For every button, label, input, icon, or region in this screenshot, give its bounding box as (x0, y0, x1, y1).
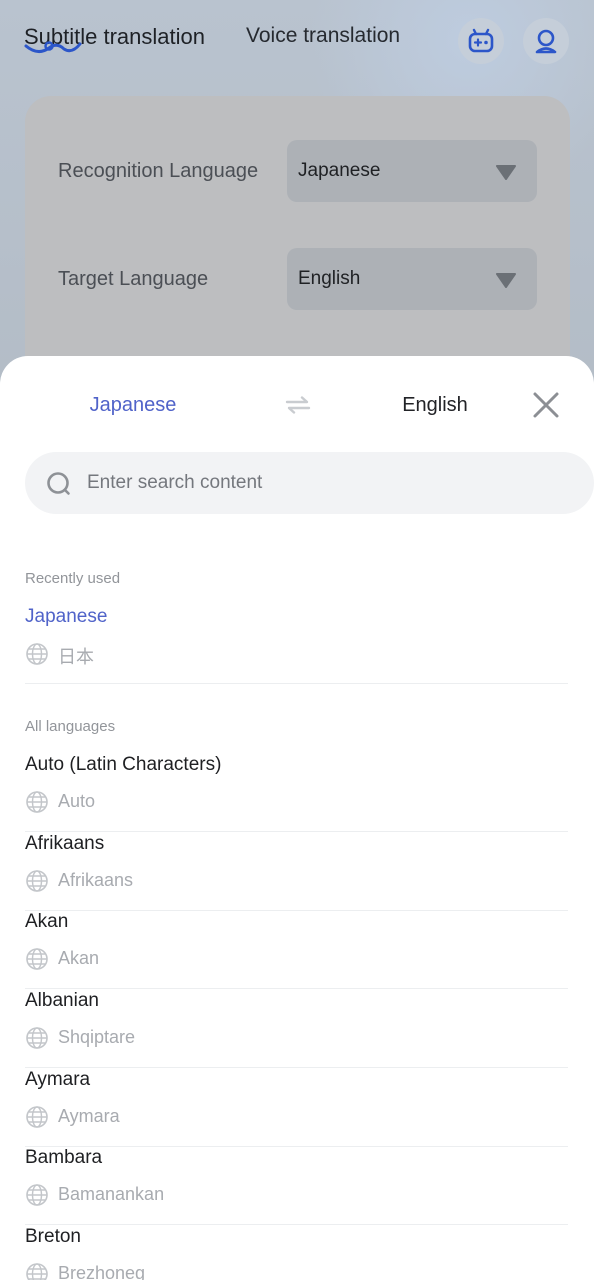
settings-card: Recognition Language Japanese Target Lan… (25, 96, 570, 396)
search-input[interactable] (87, 452, 567, 514)
source-language-toggle[interactable]: Japanese (0, 394, 266, 417)
dropdown-arrow-icon (496, 165, 516, 180)
language-native-name: Brezhoneg (58, 1263, 146, 1280)
profile-button[interactable] (523, 18, 569, 64)
language-native-name: 日本 (58, 647, 94, 667)
recognition-language-label: Recognition Language (58, 160, 259, 182)
recognition-language-select[interactable]: Japanese (287, 140, 537, 202)
language-native-name: Aymara (58, 1106, 120, 1126)
dropdown-arrow-icon (496, 273, 516, 288)
language-name: Afrikaans (25, 833, 105, 854)
game-button[interactable] (458, 18, 504, 64)
recognition-language-value: Japanese (298, 160, 381, 181)
list-item[interactable]: Aymara Aymara (25, 1069, 568, 1147)
language-native-name: Bamanankan (58, 1184, 165, 1204)
language-name: Aymara (25, 1069, 91, 1090)
tab-voice-translation[interactable]: Voice translation (246, 24, 400, 48)
language-name: Auto (Latin Characters) (25, 754, 222, 775)
target-language-label: Target Language (58, 268, 209, 290)
globe-icon (26, 870, 48, 892)
search-bar[interactable] (25, 452, 594, 514)
language-name: Japanese (25, 606, 108, 627)
list-item[interactable]: Bambara Bamanankan (25, 1147, 568, 1225)
list-item[interactable]: Breton Brezhoneg (25, 1226, 568, 1280)
target-language-select[interactable]: English (287, 248, 537, 310)
language-native-name: Akan (58, 948, 100, 968)
globe-icon (26, 791, 48, 813)
list-item[interactable]: Akan Akan (25, 911, 568, 989)
globe-icon (26, 643, 48, 665)
language-picker-sheet: Japanese English Recently used Japanese … (0, 356, 594, 1280)
target-language-toggle[interactable]: English (300, 394, 570, 417)
target-language-value: English (298, 268, 361, 289)
globe-icon (26, 1106, 48, 1128)
list-item[interactable]: Albanian Shqiptare (25, 990, 568, 1068)
user-icon (535, 29, 557, 54)
globe-icon (26, 1184, 48, 1206)
language-native-name: Afrikaans (58, 870, 134, 890)
language-native-name: Auto (58, 791, 96, 811)
language-name: Albanian (25, 990, 99, 1011)
close-icon[interactable] (532, 391, 560, 419)
search-icon (47, 472, 70, 495)
language-name: Bambara (25, 1147, 103, 1168)
list-item[interactable]: Auto (Latin Characters) Auto (25, 754, 568, 832)
sheet-header: Japanese English (0, 356, 594, 452)
language-name: Akan (25, 911, 69, 932)
list-item[interactable]: Afrikaans Afrikaans (25, 833, 568, 911)
game-icon (468, 28, 494, 53)
recently-used-heading: Recently used (25, 570, 121, 587)
globe-icon (26, 1263, 48, 1280)
globe-icon (26, 948, 48, 970)
language-native-name: Shqiptare (58, 1027, 136, 1047)
list-item-recent-japanese[interactable]: Japanese 日本 (25, 606, 568, 684)
active-tab-indicator (24, 41, 82, 53)
all-languages-heading: All languages (25, 718, 116, 735)
language-name: Breton (25, 1226, 81, 1247)
globe-icon (26, 1027, 48, 1049)
